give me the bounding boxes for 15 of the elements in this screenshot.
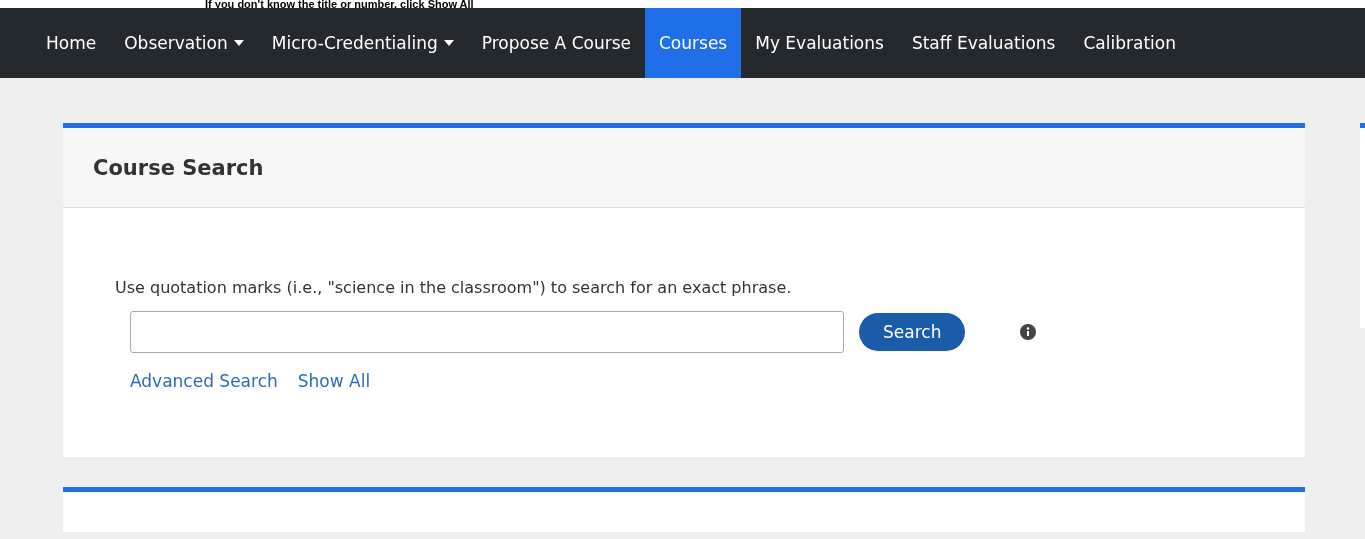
nav-tab[interactable]: Staff Evaluations — [897, 8, 1070, 78]
card-title: Course Search — [93, 155, 264, 180]
search-button[interactable]: Search — [859, 313, 966, 351]
search-field[interactable] — [130, 311, 844, 353]
info-icon[interactable] — [1020, 324, 1037, 340]
nav-tab[interactable]: Home — [32, 8, 111, 78]
nav-tab[interactable]: Calibration — [1069, 8, 1190, 78]
nav-tab[interactable]: Propose A Course — [467, 8, 645, 78]
nav-tab[interactable]: Micro-Credentialing — [257, 8, 468, 78]
nav-tab[interactable]: Courses — [645, 8, 742, 78]
nav-tab[interactable]: My Evaluations — [741, 8, 898, 78]
search-link[interactable]: Show All — [297, 371, 371, 391]
hint-text: Use quotation marks (i.e., "science in the classroom") to search for an exact phrase. — [115, 278, 793, 297]
nav-tab[interactable]: Observation — [110, 8, 258, 78]
search-link[interactable]: Advanced Search — [130, 371, 278, 391]
